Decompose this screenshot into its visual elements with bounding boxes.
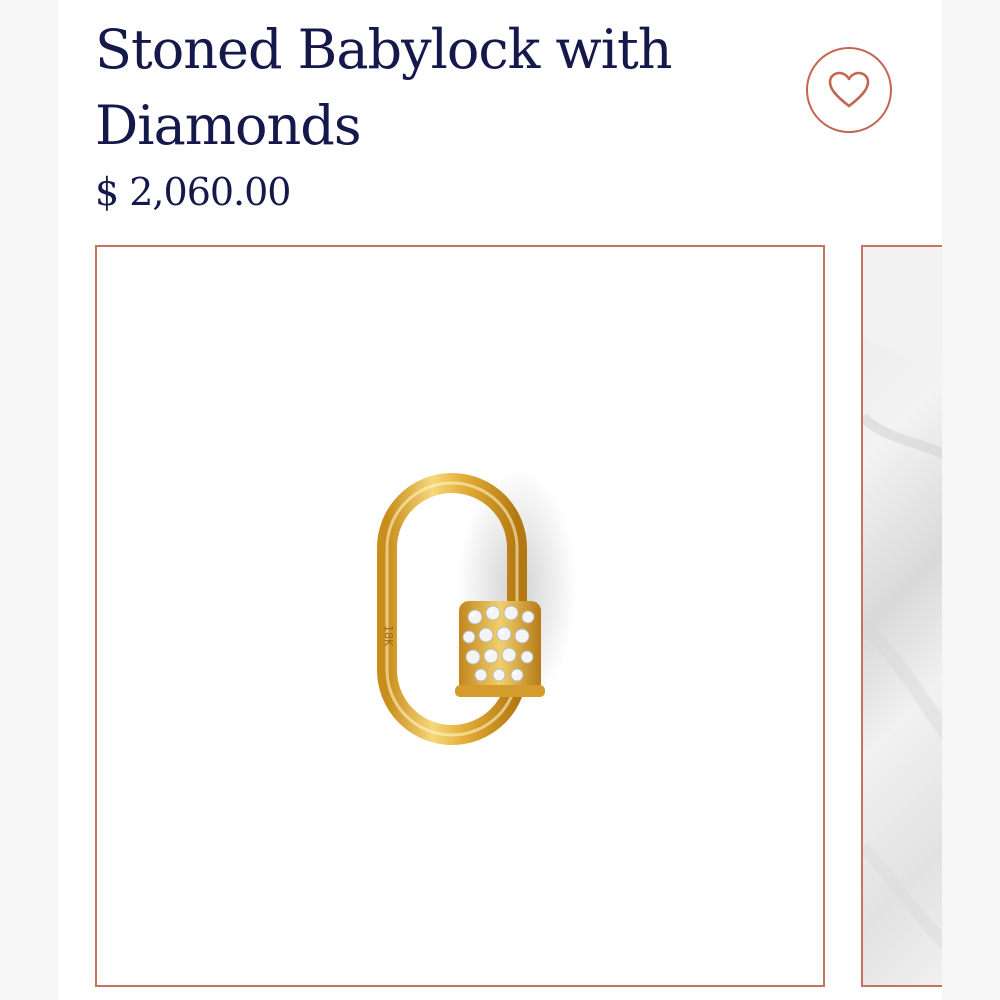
heart-icon <box>828 71 870 108</box>
product-page: Stoned Babylock with Diamonds $ 2,060.00 <box>0 0 1000 1000</box>
svg-text:18K: 18K <box>382 625 395 647</box>
left-margin <box>0 0 58 1000</box>
product-image-next[interactable] <box>861 245 942 987</box>
product-panel: Stoned Babylock with Diamonds $ 2,060.00 <box>58 0 942 1000</box>
product-image-main[interactable]: 18K <box>95 245 825 987</box>
gold-diamond-lock-image: 18K <box>377 467 577 745</box>
product-title: Stoned Babylock with Diamonds <box>95 18 673 157</box>
white-fabric-image <box>863 247 942 949</box>
wishlist-button[interactable] <box>806 47 892 133</box>
right-margin <box>942 0 1000 1000</box>
product-price: $ 2,060.00 <box>95 170 291 214</box>
